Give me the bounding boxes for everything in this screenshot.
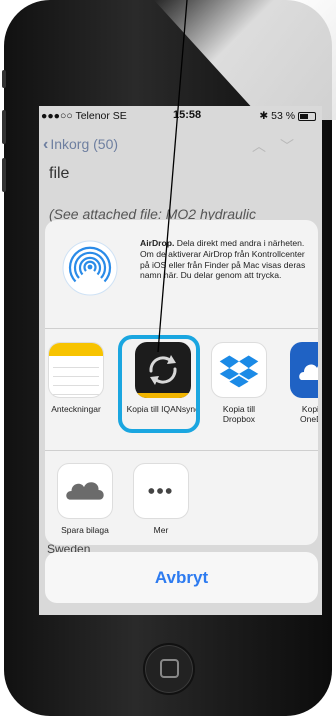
- action-label: Mer: [153, 525, 169, 535]
- status-bar: ●●●○○ Telenor SE 15:58 ✱ 53 %: [39, 106, 322, 126]
- battery-percent: 53 %: [271, 110, 296, 122]
- airdrop-title: AirDrop.: [140, 238, 175, 248]
- action-more[interactable]: Mer: [133, 463, 189, 535]
- airdrop-section[interactable]: AirDrop. Dela direkt med andra i närhete…: [45, 220, 318, 329]
- share-app-notes[interactable]: Anteckningar: [45, 342, 107, 414]
- chevron-down-icon[interactable]: ﹀: [280, 138, 308, 154]
- home-button[interactable]: [143, 643, 195, 695]
- volume-up-button: [2, 110, 6, 144]
- share-app-onedrive[interactable]: Kopia till OneDrive: [283, 342, 318, 424]
- mute-switch: [2, 70, 6, 88]
- action-save-attachment[interactable]: Spara bilaga: [53, 463, 117, 535]
- chevron-up-icon[interactable]: ︿: [252, 138, 280, 154]
- action-label: Spara bilaga: [61, 525, 109, 535]
- bluetooth-icon: ✱: [259, 110, 269, 122]
- back-label: Inkorg (50): [50, 136, 119, 152]
- airdrop-description: AirDrop. Dela direkt med andra i närhete…: [140, 238, 310, 281]
- iqansync-highlight-box: [118, 335, 200, 433]
- action-share-row: Spara bilaga Mer: [45, 451, 318, 545]
- home-square-icon: [160, 659, 179, 678]
- back-button[interactable]: ‹ Inkorg (50): [43, 136, 118, 154]
- mail-text-file: file: [49, 165, 70, 182]
- more-icon: [133, 463, 189, 519]
- volume-down-button: [2, 158, 6, 192]
- battery-icon: [298, 111, 316, 121]
- cancel-button[interactable]: Avbryt: [45, 552, 318, 603]
- battery-status: ✱ 53 %: [259, 110, 316, 122]
- clock: 15:58: [173, 109, 202, 121]
- share-app-label: Anteckningar: [51, 404, 101, 414]
- screen-glare: [154, 0, 336, 120]
- airdrop-icon: [62, 240, 118, 296]
- chevron-left-icon: ‹: [43, 136, 49, 153]
- mail-nav-bar: ‹ Inkorg (50) ︿﹀: [39, 134, 322, 158]
- onedrive-icon: [290, 342, 318, 398]
- share-app-dropbox[interactable]: Kopia till Dropbox: [206, 342, 272, 424]
- dropbox-icon: [211, 342, 267, 398]
- share-app-label: Kopia till OneDrive: [300, 404, 318, 424]
- carrier-signal: ●●●○○ Telenor SE: [41, 110, 127, 122]
- message-arrows: ︿﹀: [252, 136, 308, 156]
- notes-icon: [48, 342, 104, 398]
- share-app-label: Kopia till Dropbox: [222, 404, 256, 424]
- icloud-icon: [57, 463, 113, 519]
